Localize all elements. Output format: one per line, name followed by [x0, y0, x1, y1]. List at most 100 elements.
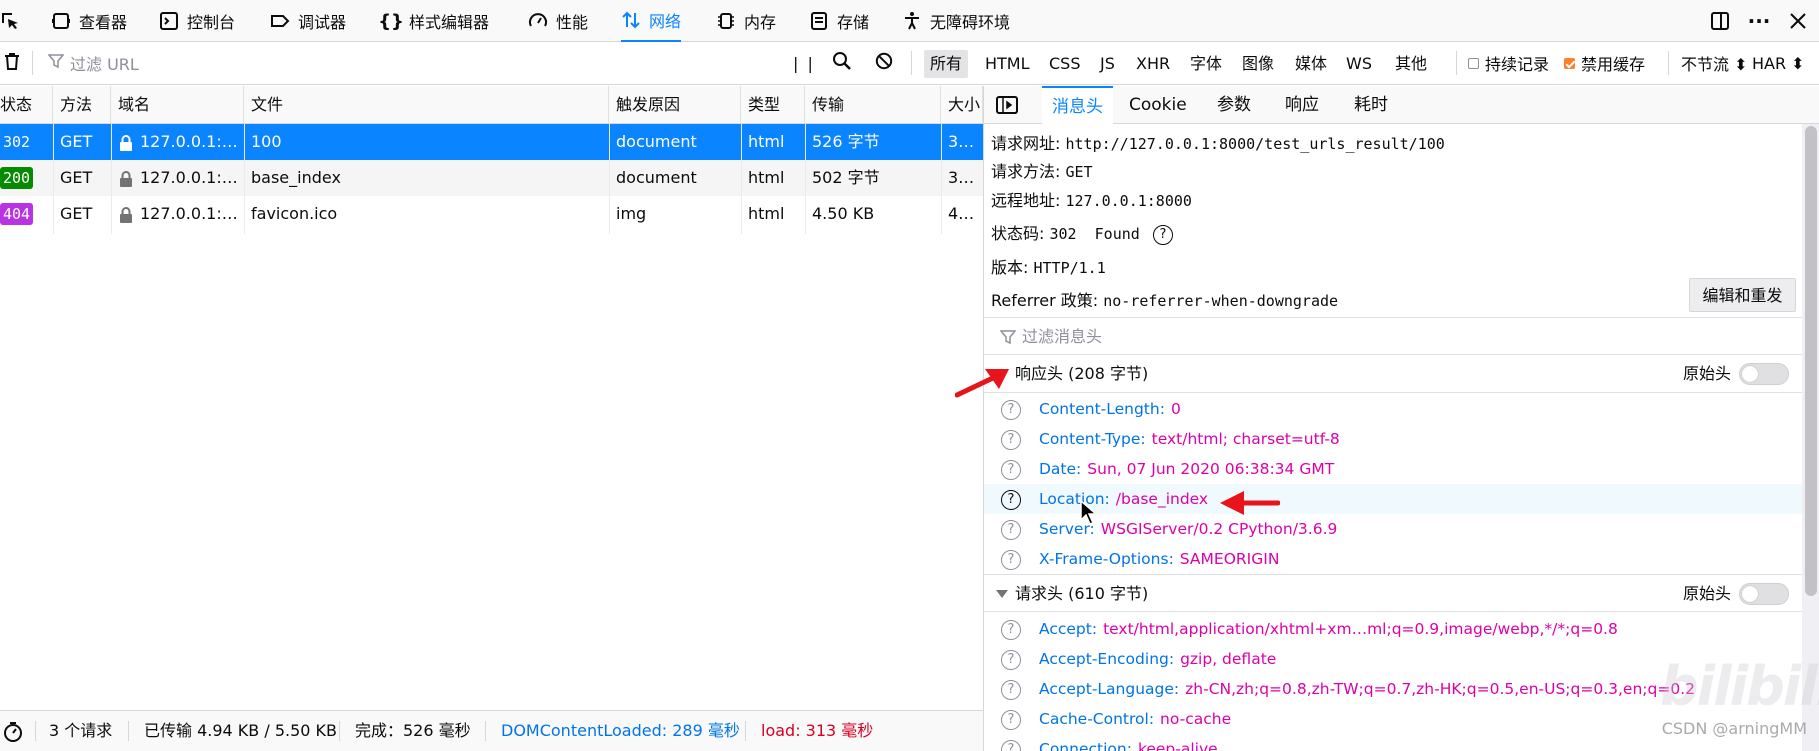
summary-referrer: Referrer 政策: no-referrer-when-downgrade [991, 287, 1338, 311]
tab-timings[interactable]: 耗时 [1344, 86, 1398, 124]
type-filter-css[interactable]: CSS [1043, 50, 1086, 78]
response-headers-section-toggle[interactable]: 响应头 (208 字节) 原始头 [984, 355, 1819, 393]
filter-url-input[interactable]: 过滤 URL [47, 42, 768, 84]
help-icon[interactable]: ? [1001, 740, 1021, 751]
column-header-size[interactable]: 大小 [941, 86, 983, 124]
column-header-status[interactable]: 状态 [0, 86, 53, 124]
search-button[interactable] [832, 42, 852, 84]
divider [1668, 51, 1669, 75]
dock-toggle-button[interactable] [1710, 0, 1738, 42]
pick-element-button[interactable] [0, 0, 28, 42]
tab-params[interactable]: 参数 [1207, 86, 1261, 124]
type-filter-media[interactable]: 媒体 [1289, 50, 1333, 78]
tab-storage[interactable]: 存储 [809, 0, 869, 42]
pause-button[interactable]: | | [793, 42, 815, 84]
persist-logs-checkbox[interactable]: 持续记录 [1468, 42, 1549, 84]
panel-toggle-icon [996, 96, 1018, 114]
help-icon[interactable]: ? [1001, 520, 1021, 540]
transferred-cell: 4.50 KB [812, 204, 875, 223]
help-icon[interactable]: ? [1001, 550, 1021, 570]
type-filter-js[interactable]: JS [1094, 50, 1121, 78]
header-row-location[interactable]: ? Location: /base_index [984, 484, 1802, 514]
tab-inspector[interactable]: 查看器 [51, 0, 127, 42]
devtools-toolbar: 查看器 控制台 调试器 {} 样式编辑器 性能 网络 内存 存储 无障碍环境 ·… [0, 0, 1819, 42]
help-icon[interactable]: ? [1001, 680, 1021, 700]
tab-headers[interactable]: 消息头 [1042, 86, 1113, 124]
type-filter-all[interactable]: 所有 [924, 50, 969, 78]
column-header-method[interactable]: 方法 [53, 86, 111, 124]
type-filter-fonts[interactable]: 字体 [1184, 50, 1228, 78]
filter-headers-input[interactable]: 过滤消息头 [984, 317, 1819, 355]
divider [745, 721, 746, 741]
column-header-transferred[interactable]: 传输 [805, 86, 941, 124]
finish-time: 完成：526 毫秒 [355, 721, 471, 740]
edit-and-resend-button[interactable]: 编辑和重发 [1689, 278, 1796, 312]
disable-cache-label: 禁用缓存 [1581, 55, 1646, 74]
raw-headers-toggle[interactable] [1739, 583, 1789, 605]
request-headers-section-toggle[interactable]: 请求头 (610 字节) 原始头 [984, 574, 1819, 612]
throttling-select[interactable]: 不节流 ⬍ [1681, 42, 1748, 84]
tab-debugger[interactable]: 调试器 [270, 0, 346, 42]
disable-cache-checkbox[interactable]: 禁用缓存 [1564, 42, 1645, 84]
help-icon[interactable]: ? [1001, 620, 1021, 640]
tab-response[interactable]: 响应 [1275, 86, 1329, 124]
header-row[interactable]: ? Content-Length: 0 [984, 394, 1802, 424]
block-button[interactable] [875, 42, 893, 84]
column-header-type[interactable]: 类型 [741, 86, 805, 124]
help-icon[interactable]: ? [1152, 224, 1173, 245]
type-filter-xhr[interactable]: XHR [1130, 50, 1176, 78]
tab-performance[interactable]: 性能 [528, 0, 588, 42]
more-options-button[interactable]: ··· [1748, 0, 1777, 42]
summary-value: 127.0.0.1:8000 [1065, 192, 1192, 210]
header-row[interactable]: ? Server: WSGIServer/0.2 CPython/3.6.9 [984, 514, 1802, 544]
pick-element-icon [0, 11, 20, 31]
tab-cookie[interactable]: Cookie [1119, 86, 1197, 124]
header-row[interactable]: ? Date: Sun, 07 Jun 2020 06:38:34 GMT [984, 454, 1802, 484]
raw-headers-toggle[interactable] [1739, 363, 1789, 385]
table-row[interactable]: 302 GET 127.0.0.1:… 100 document html 52… [0, 124, 983, 160]
raw-headers-label: 原始头 [1683, 364, 1732, 383]
har-menu-button[interactable]: HAR ⬍ [1752, 42, 1805, 84]
summary-label: 请求网址: [991, 134, 1061, 153]
type-filter-images[interactable]: 图像 [1236, 50, 1280, 78]
header-name: Location: [1039, 490, 1110, 508]
header-row[interactable]: ? Content-Type: text/html; charset=utf-8 [984, 424, 1802, 454]
method-cell: GET [60, 204, 93, 223]
close-devtools-button[interactable] [1788, 0, 1816, 42]
details-tabs: 消息头 Cookie 参数 响应 耗时 [984, 86, 1819, 124]
tab-label: 查看器 [79, 13, 128, 32]
summary-value: http://127.0.0.1:8000/test_urls_result/1… [1065, 135, 1445, 153]
header-row[interactable]: ? Accept: text/html,application/xhtml+xm…… [984, 614, 1802, 644]
performance-analysis-button[interactable] [2, 711, 24, 751]
type-cell: html [748, 168, 785, 187]
column-header-cause[interactable]: 触发原因 [609, 86, 741, 124]
type-filter-html[interactable]: HTML [979, 50, 1036, 78]
help-icon[interactable]: ? [1001, 710, 1021, 730]
tab-accessibility[interactable]: 无障碍环境 [902, 0, 1010, 42]
type-filter-other[interactable]: 其他 [1389, 50, 1433, 78]
column-divider [609, 124, 610, 234]
help-icon[interactable]: ? [1001, 490, 1021, 510]
help-icon[interactable]: ? [1001, 650, 1021, 670]
cause-cell: document [616, 132, 697, 151]
clear-requests-button[interactable] [2, 42, 22, 84]
help-icon[interactable]: ? [1001, 430, 1021, 450]
tab-console[interactable]: 控制台 [159, 0, 235, 42]
toggle-sidebar-button[interactable] [990, 86, 1024, 124]
tab-memory[interactable]: 内存 [716, 0, 776, 42]
scrollbar-thumb[interactable] [1805, 126, 1817, 596]
tab-network[interactable]: 网络 [621, 0, 682, 42]
request-table: 状态 方法 域名 文件 触发原因 类型 传输 大小 302 GET 127.0.… [0, 86, 983, 710]
help-icon[interactable]: ? [1001, 400, 1021, 420]
table-row[interactable]: 404 GET 127.0.0.1:… favicon.ico img html… [0, 196, 983, 232]
tab-style-editor[interactable]: {} 样式编辑器 [378, 0, 489, 42]
header-value: gzip, deflate [1180, 650, 1277, 668]
divider [128, 721, 129, 741]
type-filter-ws[interactable]: WS [1340, 50, 1378, 78]
header-row[interactable]: ? X-Frame-Options: SAMEORIGIN [984, 544, 1802, 574]
column-header-file[interactable]: 文件 [244, 86, 609, 124]
column-header-domain[interactable]: 域名 [111, 86, 244, 124]
table-row[interactable]: 200 GET 127.0.0.1:… base_index document … [0, 160, 983, 196]
file-cell: 100 [251, 132, 282, 151]
help-icon[interactable]: ? [1001, 460, 1021, 480]
